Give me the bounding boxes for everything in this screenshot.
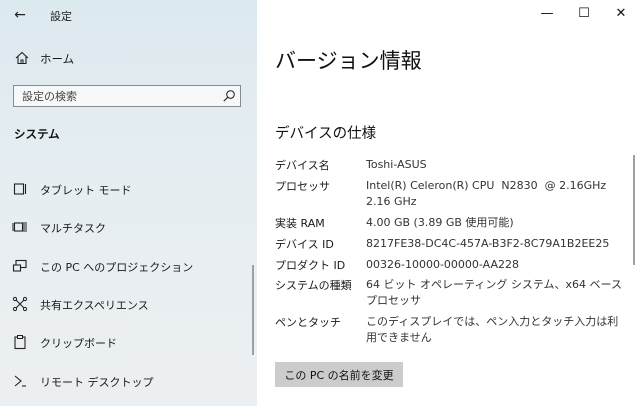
back-button[interactable]: ←: [10, 5, 30, 25]
spec-value: Intel(R) Celeron(R) CPU N2830 @ 2.16GHz …: [366, 178, 628, 210]
shared-experiences-icon: [12, 296, 28, 312]
back-arrow-icon: ←: [14, 7, 26, 23]
sidebar-item-label: この PC へのプロジェクション: [40, 261, 194, 274]
sidebar-item-label: マルチタスク: [40, 222, 106, 235]
search-input[interactable]: [14, 86, 214, 106]
search-box[interactable]: [13, 85, 241, 107]
rename-pc-button[interactable]: この PC の名前を変更: [275, 362, 403, 387]
minimize-button[interactable]: —: [530, 2, 564, 26]
spec-key: 実装 RAM: [275, 217, 325, 230]
sidebar-item-label: 共有エクスペリエンス: [40, 299, 149, 312]
multitasking-icon: [12, 222, 27, 232]
spec-value: 00326-10000-00000-AA228: [366, 258, 519, 271]
maximize-button[interactable]: ☐: [567, 2, 601, 26]
spec-key: デバイス ID: [275, 238, 334, 251]
spec-key: プロダクト ID: [275, 259, 346, 272]
spec-value: 8217FE38-DC4C-457A-B3F2-8C79A1B2EE25: [366, 237, 610, 250]
spec-value: 64 ビット オペレーティング システム、x64 ベース プロセッサ: [366, 278, 622, 307]
section-title: デバイスの仕様: [275, 126, 377, 142]
minimize-icon: —: [540, 6, 554, 21]
main-content: — ☐ ✕ バージョン情報 デバイスの仕様 デバイス名 Toshi-ASUS プ…: [257, 0, 640, 406]
sidebar-item-multitasking[interactable]: マルチタスク: [0, 216, 257, 238]
close-button[interactable]: ✕: [604, 2, 638, 26]
search-icon[interactable]: [222, 89, 236, 103]
spec-key: ペンとタッチ: [275, 316, 341, 329]
projection-icon: [12, 259, 27, 272]
spec-value: 4.00 GB (3.89 GB 使用可能): [366, 216, 514, 229]
app-title: 設定: [50, 10, 72, 23]
sidebar: ← 設定 ホーム システム タブレット モード マルチタスク: [0, 0, 257, 406]
sidebar-item-label: リモート デスクトップ: [40, 376, 154, 389]
sidebar-item-label: クリップボード: [40, 337, 117, 350]
spec-key: システムの種類: [275, 279, 352, 292]
spec-value-line: 2.16 GHz: [366, 195, 417, 208]
spec-key: プロセッサ: [275, 180, 330, 193]
sidebar-item-clipboard[interactable]: クリップボード: [0, 331, 257, 353]
sidebar-item-home[interactable]: ホーム: [0, 48, 257, 70]
main-scrollbar[interactable]: [633, 155, 635, 265]
sidebar-item-projection[interactable]: この PC へのプロジェクション: [0, 255, 257, 277]
close-icon: ✕: [615, 6, 627, 21]
sidebar-item-shared-experiences[interactable]: 共有エクスペリエンス: [0, 293, 257, 315]
sidebar-item-label: タブレット モード: [40, 184, 132, 197]
tablet-mode-icon: [13, 183, 27, 195]
section-title: システム: [14, 127, 60, 141]
sidebar-item-remote-desktop[interactable]: リモート デスクトップ: [0, 370, 257, 392]
sidebar-scrollbar[interactable]: [252, 265, 254, 355]
spec-value-line: Intel(R) Celeron(R) CPU N2830 @ 2.16GHz: [366, 179, 607, 192]
spec-value: Toshi-ASUS: [366, 158, 427, 171]
title-bar: ← 設定: [0, 0, 257, 30]
page-title: バージョン情報: [275, 49, 422, 73]
clipboard-icon: [14, 335, 26, 350]
sidebar-item-label: ホーム: [40, 52, 75, 66]
maximize-icon: ☐: [578, 6, 590, 21]
sidebar-item-tablet-mode[interactable]: タブレット モード: [0, 178, 257, 200]
home-icon: [15, 51, 29, 65]
remote-desktop-icon: [14, 375, 26, 387]
spec-value: このディスプレイでは、ペン入力とタッチ入力は利用できません: [366, 315, 619, 344]
spec-key: デバイス名: [275, 159, 330, 172]
